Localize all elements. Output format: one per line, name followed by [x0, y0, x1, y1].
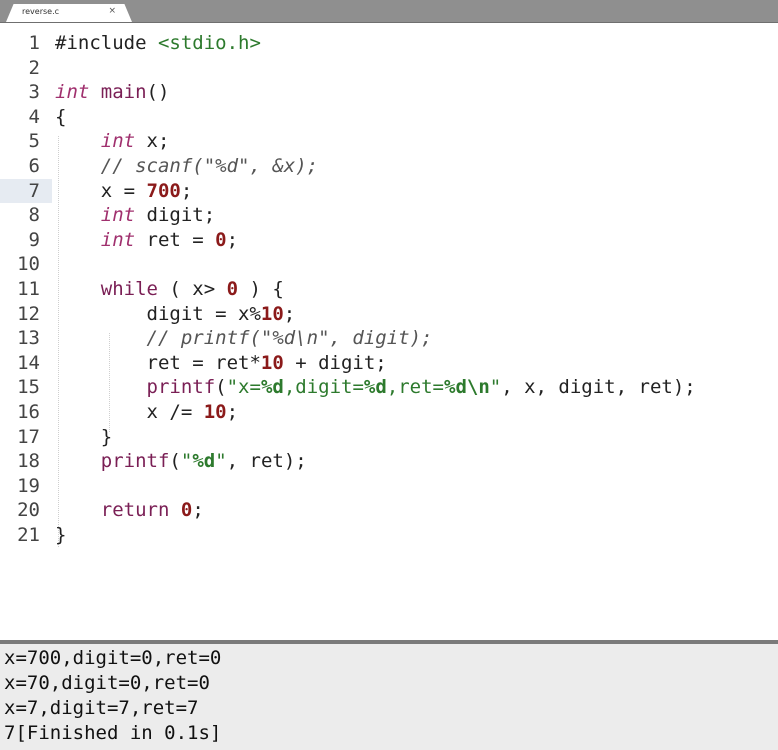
- code-text: int main(): [55, 81, 170, 104]
- code-line[interactable]: 8 int digit;: [0, 203, 778, 228]
- output-line: x=7,digit=7,ret=7: [4, 697, 199, 719]
- output-line: x=700,digit=0,ret=0: [4, 647, 222, 669]
- line-number: 13: [17, 327, 40, 350]
- line-number: 2: [28, 56, 40, 79]
- line-number: 7: [0, 178, 52, 204]
- line-number: 9: [28, 228, 40, 251]
- code-line[interactable]: 1 #include <stdio.h>: [0, 31, 778, 56]
- tab-reverse-c[interactable]: reverse.c ×: [6, 4, 132, 22]
- tab-bar: reverse.c ×: [0, 0, 778, 23]
- code-text: x = 700;: [55, 179, 193, 202]
- code-text: digit = x%10;: [55, 302, 296, 325]
- code-line[interactable]: 2: [0, 56, 778, 81]
- code-text: while ( x> 0 ) {: [100, 278, 284, 300]
- output-line: x=70,digit=0,ret=0: [4, 672, 210, 694]
- code-text: ret = ret*10 + digit;: [55, 351, 387, 374]
- code-text: int x;: [100, 130, 170, 153]
- code-text: #include <stdio.h>: [55, 32, 261, 54]
- code-line[interactable]: 15 printf("x=%d,digit=%d,ret=%d\n", x, d…: [0, 375, 778, 400]
- line-number: 17: [17, 425, 40, 448]
- line-number: 10: [17, 253, 40, 276]
- line-number: 11: [17, 278, 40, 300]
- line-number: 20: [17, 499, 40, 522]
- output-line: 7[Finished in 0.1s]: [4, 722, 222, 744]
- code-line[interactable]: 21}: [0, 523, 778, 548]
- code-line[interactable]: 9 int ret = 0;: [0, 228, 778, 253]
- code-editor[interactable]: 1 #include <stdio.h> 2 3 int main() 4{5 int x…: [0, 23, 778, 640]
- line-number: 21: [17, 524, 40, 546]
- line-number: 18: [17, 450, 40, 473]
- line-number: 3: [28, 81, 40, 104]
- code-text: // printf("%d\n", digit);: [146, 327, 433, 350]
- code-text: int ret = 0;: [100, 228, 239, 251]
- build-output-panel: x=700,digit=0,ret=0 x=70,digit=0,ret=0 x…: [0, 644, 778, 750]
- line-number: 1: [28, 32, 40, 54]
- code-text: int digit;: [100, 204, 216, 227]
- code-line[interactable]: 20 return 0;: [0, 498, 778, 523]
- line-number: 19: [17, 474, 40, 497]
- code-line[interactable]: 11 while ( x> 0 ) {: [0, 277, 778, 302]
- code-text: return 0;: [100, 499, 204, 522]
- code-line[interactable]: 3 int main(): [0, 80, 778, 105]
- code-line[interactable]: 12 digit = x%10;: [0, 302, 778, 327]
- line-number: 14: [17, 351, 40, 374]
- code-text: printf("x=%d,digit=%d,ret=%d\n", x, digi…: [146, 376, 696, 399]
- code-line[interactable]: 5 int x;: [0, 129, 778, 154]
- code-line[interactable]: 16 x /= 10;: [0, 400, 778, 425]
- code-text: }: [55, 425, 113, 448]
- line-number: 16: [17, 401, 40, 423]
- tab-title: reverse.c: [22, 7, 60, 16]
- line-number: 15: [17, 376, 40, 399]
- line-number: 5: [28, 130, 40, 153]
- code-text: // scanf("%d", &x);: [100, 155, 319, 177]
- code-line[interactable]: 19: [0, 474, 778, 499]
- code-line[interactable]: 7 x = 700;: [0, 178, 778, 204]
- code-text: printf("%d", ret);: [100, 450, 307, 473]
- line-number: 4: [28, 105, 40, 128]
- line-number: 12: [17, 302, 40, 325]
- code-text: x /= 10;: [55, 401, 239, 423]
- line-number: 6: [28, 155, 40, 177]
- code-line[interactable]: 18 printf("%d", ret);: [0, 449, 778, 474]
- code-line[interactable]: 13 // printf("%d\n", digit);: [0, 326, 778, 351]
- code-line[interactable]: 10: [0, 252, 778, 277]
- code-text: {: [55, 105, 67, 128]
- close-icon[interactable]: ×: [108, 6, 116, 16]
- code-line[interactable]: 14 ret = ret*10 + digit;: [0, 351, 778, 376]
- line-number: 8: [28, 204, 40, 227]
- code-line[interactable]: 4{: [0, 105, 778, 130]
- code-text: }: [55, 524, 67, 546]
- code-line[interactable]: 17 }: [0, 425, 778, 450]
- code-line[interactable]: 6 // scanf("%d", &x);: [0, 154, 778, 179]
